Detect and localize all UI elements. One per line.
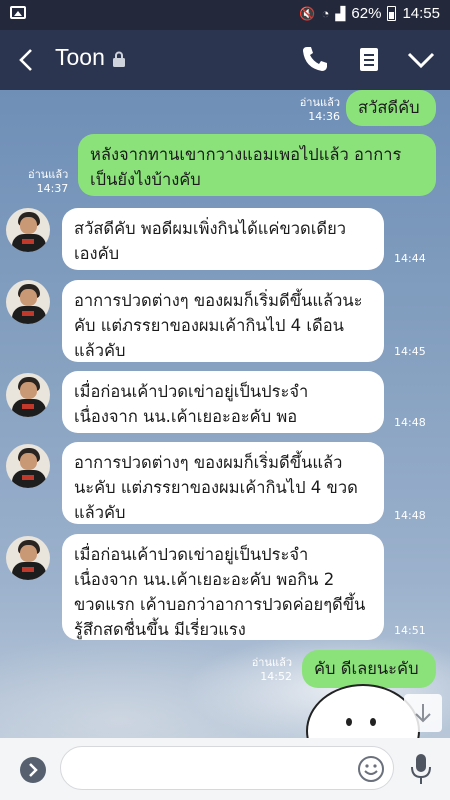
lock-icon [113, 51, 125, 67]
status-bar: 🔇 ◔ ▟ 62% 14:55 [0, 0, 450, 30]
read-receipt: อ่านแล้ว [28, 168, 69, 181]
chevron-right-icon [29, 763, 38, 777]
gallery-icon [10, 6, 26, 19]
battery-percent: 62% [351, 5, 382, 22]
message-text: เมื่อก่อนเค้าปวดเข่าอยู่เป็นประจำ [74, 382, 309, 401]
message-text: รู้สึกสดชื่นขึ้น มีเรี่ยวแรง [74, 620, 246, 639]
chat-title[interactable]: Toon [55, 44, 105, 71]
outgoing-message[interactable]: สวัสดีคับ [346, 90, 436, 126]
incoming-message[interactable]: อาการปวดต่างๆ ของผมก็เริ่มดีขึ้นแล้วนะ ค… [62, 280, 384, 362]
arrow-down-icon [415, 704, 431, 723]
avatar[interactable] [6, 208, 50, 252]
sticker-image [306, 684, 420, 738]
message-input[interactable] [60, 746, 394, 790]
incoming-message[interactable]: อาการปวดต่างๆ ของผมก็เริ่มดีขึ้นแล้ว นะค… [62, 442, 384, 524]
message-time: 14:36 [308, 110, 340, 123]
incoming-message[interactable]: เมื่อก่อนเค้าปวดเข่าอยู่เป็นประจำ เนื่อง… [62, 371, 384, 433]
message-text: คับ ดีเลยนะคับ [314, 659, 419, 678]
clock: 14:55 [402, 5, 440, 22]
message-meta: อ่านแล้ว 14:36 [300, 96, 340, 124]
note-icon[interactable] [354, 44, 384, 74]
message-input-bar [0, 738, 450, 800]
read-receipt: อ่านแล้ว [299, 96, 340, 109]
outgoing-message[interactable]: คับ ดีเลยนะคับ [302, 650, 436, 688]
expand-button[interactable] [20, 757, 46, 783]
incoming-message[interactable]: สวัสดีคับ พอดีผมเพิ่งกินได้แค่ขวดเดียว เ… [62, 208, 384, 270]
message-meta: อ่านแล้ว 14:52 [252, 656, 292, 684]
chevron-down-icon[interactable] [406, 44, 436, 74]
message-text: นะคับ แต่ภรรยาของผมเค้ากินไป 4 ขวด [74, 478, 358, 497]
message-time: 14:51 [394, 624, 426, 637]
avatar[interactable] [6, 444, 50, 488]
back-arrow-icon[interactable] [18, 48, 34, 72]
message-time: 14:48 [394, 416, 426, 429]
scroll-down-button[interactable] [404, 694, 442, 732]
smiley-icon[interactable] [356, 754, 386, 784]
battery-icon [387, 6, 397, 21]
message-text: เนื่องจาก นน.เค้าเยอะอะคับ พอ [74, 407, 298, 426]
chat-header: Toon [0, 30, 450, 90]
microphone-icon[interactable] [410, 752, 432, 786]
message-text: เนื่องจาก นน.เค้าเยอะอะคับ พอกิน 2 [74, 570, 335, 589]
message-text: เป็นยังไงบ้างคับ [90, 170, 201, 189]
message-time: 14:45 [394, 345, 426, 358]
message-text: เมื่อก่อนเค้าปวดเข่าอยู่เป็นประจำ [74, 545, 309, 564]
message-text: แล้วคับ [74, 341, 126, 360]
message-meta: อ่านแล้ว 14:37 [28, 168, 68, 196]
phone-icon[interactable] [300, 44, 330, 74]
message-text: แล้วคับ [74, 503, 126, 522]
incoming-message[interactable]: เมื่อก่อนเค้าปวดเข่าอยู่เป็นประจำ เนื่อง… [62, 534, 384, 640]
read-receipt: อ่านแล้ว [251, 656, 292, 669]
avatar[interactable] [6, 536, 50, 580]
avatar[interactable] [6, 280, 50, 324]
status-right: 🔇 ◔ ▟ 62% 14:55 [299, 5, 440, 22]
message-time: 14:44 [394, 252, 426, 265]
message-text: คับ แต่ภรรยาของผมเค้ากินไป 4 เดือน [74, 316, 344, 335]
wifi-icon: ◔ [321, 6, 330, 21]
chat-area[interactable]: อ่านแล้ว 14:36 สวัสดีคับ อ่านแล้ว 14:37 … [0, 90, 450, 738]
message-time: 14:37 [36, 182, 69, 195]
message-text: สวัสดีคับ พอดีผมเพิ่งกินได้แค่ขวดเดียว [74, 219, 347, 238]
signal-icon: ▟ [335, 5, 346, 21]
avatar[interactable] [6, 373, 50, 417]
message-text: ขวดแรก เค้าบอกว่าอาการปวดค่อยๆดีขึ้น [74, 595, 366, 614]
outgoing-message[interactable]: หลังจากทานเขากวางแอมเพอไปแล้ว อาการ เป็น… [78, 134, 436, 196]
message-text: อาการปวดต่างๆ ของผมก็เริ่มดีขึ้นแล้ว [74, 453, 343, 472]
mute-icon: 🔇 [299, 5, 316, 21]
message-text: เองคับ [74, 244, 120, 263]
message-time: 14:48 [394, 509, 426, 522]
message-text: อาการปวดต่างๆ ของผมก็เริ่มดีขึ้นแล้วนะ [74, 291, 363, 310]
message-text: หลังจากทานเขากวางแอมเพอไปแล้ว อาการ [90, 145, 402, 164]
message-text: สวัสดีคับ [358, 98, 420, 117]
message-time: 14:52 [260, 670, 292, 683]
